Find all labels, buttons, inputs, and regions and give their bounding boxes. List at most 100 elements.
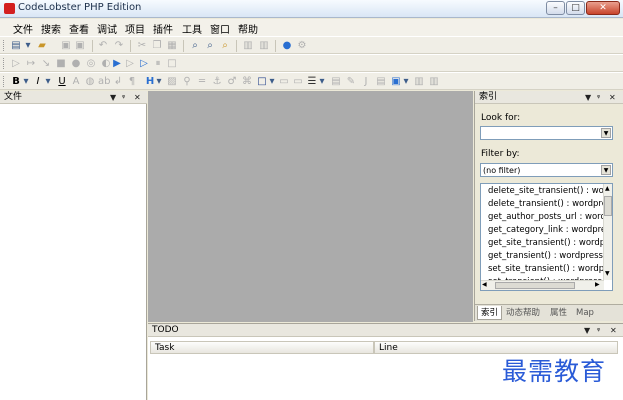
watch-icon[interactable]: ◎ bbox=[85, 58, 97, 69]
look-for-combo[interactable]: ▼ bbox=[480, 126, 613, 140]
list-item[interactable]: delete_transient() : wordpress bbox=[488, 199, 612, 209]
pin-icon[interactable]: ᵠ bbox=[597, 91, 600, 104]
menu-plugins[interactable]: 插件 bbox=[153, 21, 173, 36]
panel-split-icon[interactable]: ▥ bbox=[258, 40, 270, 51]
help-icon[interactable]: ● bbox=[281, 40, 293, 51]
filter-by-combo[interactable]: (no filter) ▼ bbox=[480, 163, 613, 177]
strike-icon[interactable]: ab bbox=[98, 76, 110, 87]
panel-close-icon[interactable]: ✕ bbox=[610, 324, 617, 337]
cut-icon[interactable]: ✂ bbox=[136, 40, 148, 51]
play-next-icon[interactable]: ▷ bbox=[138, 58, 150, 69]
tab-map[interactable]: Map bbox=[573, 306, 597, 320]
underline-icon[interactable]: U bbox=[56, 76, 68, 87]
special-char-icon[interactable]: ⌘ bbox=[241, 76, 253, 87]
vertical-scrollbar[interactable]: ▲ ▼ bbox=[603, 184, 612, 280]
minimize-button[interactable]: – bbox=[546, 1, 565, 15]
menu-tools[interactable]: 工具 bbox=[182, 21, 202, 36]
image-icon[interactable]: ▨ bbox=[166, 76, 178, 87]
find-replace-icon[interactable]: ⌕ bbox=[204, 40, 216, 51]
play-icon[interactable]: ▶ bbox=[111, 58, 123, 69]
menu-view[interactable]: 查看 bbox=[69, 21, 89, 36]
color-icon[interactable]: ◍ bbox=[84, 76, 96, 87]
textarea-icon[interactable]: ▤ bbox=[330, 76, 342, 87]
menu-debug[interactable]: 调试 bbox=[97, 21, 117, 36]
panel-menu-arrow-icon[interactable]: ▼ bbox=[110, 91, 116, 104]
panel-layout-icon[interactable]: ▥ bbox=[242, 40, 254, 51]
pause-icon[interactable]: ⏸ bbox=[152, 58, 164, 69]
toolbar-grip[interactable] bbox=[3, 76, 6, 87]
scroll-up-icon[interactable]: ▲ bbox=[605, 185, 610, 192]
tab-index[interactable]: 索引 bbox=[477, 306, 503, 320]
comment-icon[interactable]: ♂ bbox=[226, 76, 238, 87]
font-icon[interactable]: A bbox=[70, 76, 82, 87]
scroll-down-icon[interactable]: ▼ bbox=[605, 270, 610, 277]
div-icon[interactable]: ▤ bbox=[375, 76, 387, 87]
dropdown-arrow-icon[interactable]: ▾ bbox=[316, 76, 328, 87]
dropdown-arrow-icon[interactable]: ▾ bbox=[400, 76, 412, 87]
javascript-icon[interactable]: J bbox=[360, 76, 372, 87]
menu-search[interactable]: 搜索 bbox=[41, 21, 61, 36]
dropdown-arrow-icon[interactable]: ▾ bbox=[22, 40, 34, 51]
list-item[interactable]: get_category_link : wordpress bbox=[488, 225, 612, 235]
stop-icon[interactable]: ● bbox=[70, 58, 82, 69]
scroll-left-icon[interactable]: ◀ bbox=[482, 281, 487, 288]
pin-icon[interactable]: ᵠ bbox=[122, 91, 125, 104]
horizontal-rule-icon[interactable]: ═ bbox=[196, 76, 208, 87]
horizontal-scrollbar[interactable]: ◀ ▶ bbox=[481, 280, 604, 290]
list-item[interactable]: get_transient() : wordpress bbox=[488, 251, 603, 261]
toolbar-grip[interactable] bbox=[3, 40, 6, 51]
scroll-thumb[interactable] bbox=[495, 282, 575, 289]
panel-close-icon[interactable]: ✕ bbox=[609, 91, 616, 104]
dropdown-arrow-icon[interactable]: ▾ bbox=[153, 76, 165, 87]
step-into-icon[interactable]: ↘ bbox=[40, 58, 52, 69]
list-item[interactable]: get_author_posts_url : wordpress bbox=[488, 212, 612, 222]
menu-help[interactable]: 帮助 bbox=[238, 21, 258, 36]
step-over-icon[interactable]: ↦ bbox=[25, 58, 37, 69]
find-in-files-icon[interactable]: ⌕ bbox=[219, 40, 231, 51]
stop-square-icon[interactable]: □ bbox=[166, 58, 178, 69]
anchor-icon[interactable]: ⚓ bbox=[211, 76, 223, 87]
list-item[interactable]: get_site_transient() : wordpress bbox=[488, 238, 612, 248]
save-icon[interactable]: ▣ bbox=[60, 40, 72, 51]
editor-area[interactable] bbox=[148, 91, 473, 322]
menu-file[interactable]: 文件 bbox=[13, 21, 33, 36]
menu-project[interactable]: 项目 bbox=[125, 21, 145, 36]
settings-icon[interactable]: ⚙ bbox=[296, 40, 308, 51]
paragraph-icon[interactable]: ¶ bbox=[126, 76, 138, 87]
validate-icon[interactable]: ▥ bbox=[428, 76, 440, 87]
toolbar-grip[interactable] bbox=[3, 58, 6, 69]
line-break-icon[interactable]: ↲ bbox=[112, 76, 124, 87]
breakpoint-icon[interactable]: ■ bbox=[55, 58, 67, 69]
open-folder-icon[interactable]: ▰ bbox=[36, 40, 48, 51]
script-icon[interactable]: ✎ bbox=[345, 76, 357, 87]
frame-icon[interactable]: ▥ bbox=[413, 76, 425, 87]
chevron-down-icon[interactable]: ▼ bbox=[601, 128, 611, 138]
pin-icon[interactable]: ᵠ bbox=[597, 324, 600, 337]
column-header-task[interactable]: Task bbox=[150, 341, 374, 354]
find-icon[interactable]: ⌕ bbox=[189, 40, 201, 51]
undo-icon[interactable]: ↶ bbox=[97, 40, 109, 51]
list-item[interactable]: delete_site_transient() : wordpress bbox=[488, 186, 612, 196]
paste-icon[interactable]: ▦ bbox=[166, 40, 178, 51]
copy-icon[interactable]: ❐ bbox=[151, 40, 163, 51]
dropdown-arrow-icon[interactable]: ▾ bbox=[266, 76, 278, 87]
save-all-icon[interactable]: ▣ bbox=[74, 40, 86, 51]
scroll-right-icon[interactable]: ▶ bbox=[595, 281, 600, 288]
panel-menu-arrow-icon[interactable]: ▼ bbox=[585, 91, 591, 104]
continue-icon[interactable]: ▷ bbox=[124, 58, 136, 69]
menu-window[interactable]: 窗口 bbox=[210, 21, 230, 36]
input-icon[interactable]: ▭ bbox=[292, 76, 304, 87]
index-list[interactable]: delete_site_transient() : wordpress dele… bbox=[480, 183, 613, 291]
close-button[interactable]: ✕ bbox=[586, 1, 620, 15]
list-item[interactable]: set_site_transient() : wordpress bbox=[488, 264, 612, 274]
chevron-down-icon[interactable]: ▼ bbox=[601, 165, 611, 175]
scroll-thumb[interactable] bbox=[604, 196, 612, 216]
form-icon[interactable]: ▭ bbox=[278, 76, 290, 87]
link-icon[interactable]: ⚲ bbox=[181, 76, 193, 87]
new-file-icon[interactable]: ▤ bbox=[10, 40, 22, 51]
tab-dynamic-help[interactable]: 动态帮助 bbox=[503, 306, 543, 320]
panel-close-icon[interactable]: ✕ bbox=[134, 91, 141, 104]
maximize-button[interactable]: □ bbox=[566, 1, 585, 15]
tab-properties[interactable]: 属性 bbox=[547, 306, 570, 320]
redo-icon[interactable]: ↷ bbox=[113, 40, 125, 51]
